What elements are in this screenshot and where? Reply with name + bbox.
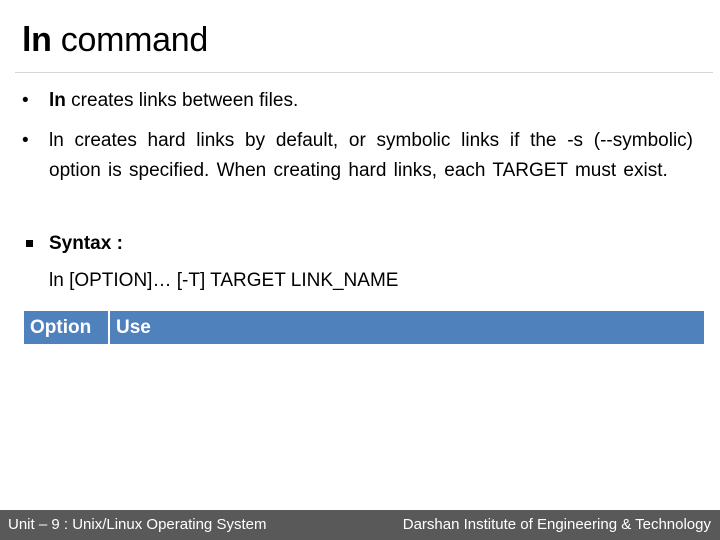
bullet-dot-icon: • — [22, 130, 29, 151]
bullet-text: ln creates hard links by default, or sym… — [49, 130, 693, 181]
table-header-option: Option — [24, 311, 110, 344]
bullet-bold-term: ln — [49, 90, 66, 111]
syntax-heading: Syntax : — [49, 233, 123, 254]
slide-title: ln command — [22, 18, 208, 62]
table-header-use: Use — [110, 311, 704, 344]
slide-title-rest: command — [51, 21, 208, 59]
bullet-item: • ln creates hard links by default, or s… — [22, 126, 693, 186]
slide-title-command: ln — [22, 21, 52, 59]
footer-bar: Unit – 9 : Unix/Linux Operating System D… — [0, 510, 720, 540]
footer-institute-label: Darshan Institute of Engineering & Techn… — [402, 516, 711, 533]
bullet-dot-icon: • — [22, 90, 29, 111]
bullet-description: creates links between files. — [65, 90, 299, 111]
syntax-line: ln [OPTION]… [-T] TARGET LINK_NAME — [49, 270, 399, 291]
footer-unit-label: Unit – 9 : Unix/Linux Operating System — [8, 516, 267, 533]
square-bullet-icon — [26, 240, 33, 247]
title-divider — [15, 72, 713, 73]
bullet-text: ln creates links between files. — [49, 86, 298, 116]
options-table: Option Use — [24, 311, 704, 344]
